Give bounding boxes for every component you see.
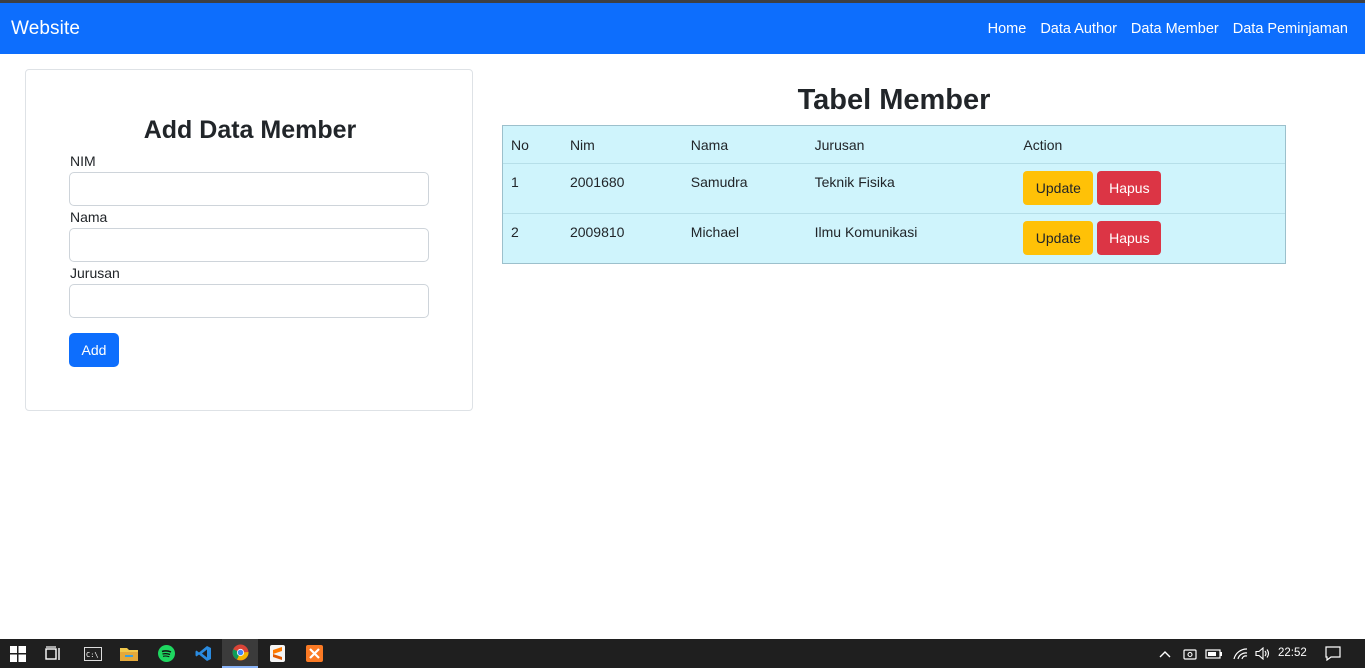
notification-center-icon[interactable] bbox=[1322, 639, 1344, 668]
nav-link-data-member[interactable]: Data Member bbox=[1131, 21, 1219, 37]
xampp-icon[interactable] bbox=[296, 639, 332, 668]
taskbar-clock[interactable]: 22:52 bbox=[1278, 639, 1307, 668]
member-table: No Nim Nama Jurusan Action 1 2001680 Sam… bbox=[502, 125, 1286, 264]
taskbar: C:\ 22:52 bbox=[0, 639, 1365, 668]
header-nim: Nim bbox=[569, 137, 595, 153]
show-hidden-icons-icon[interactable] bbox=[1156, 639, 1174, 668]
battery-icon[interactable] bbox=[1204, 639, 1224, 668]
cell-nim: 2001680 bbox=[569, 174, 625, 190]
navbar-brand[interactable]: Website bbox=[11, 18, 80, 40]
nav-link-data-author[interactable]: Data Author bbox=[1040, 21, 1117, 37]
vscode-icon[interactable] bbox=[185, 639, 221, 668]
nama-label: Nama bbox=[70, 209, 108, 225]
svg-text:C:\: C:\ bbox=[86, 651, 99, 659]
windows-start-icon[interactable] bbox=[0, 639, 36, 668]
volume-icon[interactable] bbox=[1252, 639, 1272, 668]
update-button[interactable]: Update bbox=[1023, 171, 1094, 205]
cell-action: Update Hapus bbox=[1015, 164, 1285, 213]
table-row: 2 2009810 Michael Ilmu Komunikasi Update… bbox=[503, 213, 1285, 263]
table-row: 1 2001680 Samudra Teknik Fisika Update H… bbox=[503, 163, 1285, 213]
meet-now-icon[interactable] bbox=[1181, 639, 1199, 668]
file-explorer-icon[interactable] bbox=[111, 639, 147, 668]
nav-link-data-peminjaman[interactable]: Data Peminjaman bbox=[1233, 21, 1348, 37]
add-member-card: Add Data Member NIM Nama Jurusan Add bbox=[25, 69, 473, 411]
sublime-icon[interactable] bbox=[259, 639, 295, 668]
nim-label: NIM bbox=[70, 153, 96, 169]
spotify-icon[interactable] bbox=[148, 639, 184, 668]
header-nama: Nama bbox=[690, 137, 729, 153]
jurusan-label: Jurusan bbox=[70, 265, 120, 281]
cell-nama: Samudra bbox=[690, 174, 748, 190]
task-view-icon[interactable] bbox=[36, 639, 72, 668]
cell-nama: Michael bbox=[690, 224, 740, 240]
add-button[interactable]: Add bbox=[69, 333, 119, 367]
table-title: Tabel Member bbox=[797, 84, 991, 116]
delete-button[interactable]: Hapus bbox=[1097, 171, 1162, 205]
terminal-icon[interactable]: C:\ bbox=[75, 639, 111, 668]
delete-button[interactable]: Hapus bbox=[1097, 221, 1162, 255]
cell-no: 2 bbox=[511, 224, 519, 240]
cell-nim: 2009810 bbox=[569, 224, 625, 240]
chrome-icon[interactable] bbox=[222, 639, 258, 668]
header-jurusan: Jurusan bbox=[814, 137, 865, 153]
nav-link-home[interactable]: Home bbox=[988, 21, 1027, 37]
header-action: Action bbox=[1023, 137, 1063, 153]
nama-input[interactable] bbox=[69, 228, 429, 262]
cell-no: 1 bbox=[511, 174, 519, 190]
table-header-row: No Nim Nama Jurusan Action bbox=[503, 126, 1285, 163]
wifi-icon[interactable] bbox=[1230, 639, 1250, 668]
cell-jurusan: Ilmu Komunikasi bbox=[814, 224, 918, 240]
nim-input[interactable] bbox=[69, 172, 429, 206]
update-button[interactable]: Update bbox=[1023, 221, 1094, 255]
jurusan-input[interactable] bbox=[69, 284, 429, 318]
navbar: Website Home Data Author Data Member Dat… bbox=[0, 3, 1365, 54]
cell-jurusan: Teknik Fisika bbox=[814, 174, 895, 190]
form-title: Add Data Member bbox=[143, 116, 357, 144]
nav-links: Home Data Author Data Member Data Peminj… bbox=[988, 21, 1354, 37]
cell-action: Update Hapus bbox=[1015, 214, 1285, 263]
header-no: No bbox=[511, 137, 529, 153]
